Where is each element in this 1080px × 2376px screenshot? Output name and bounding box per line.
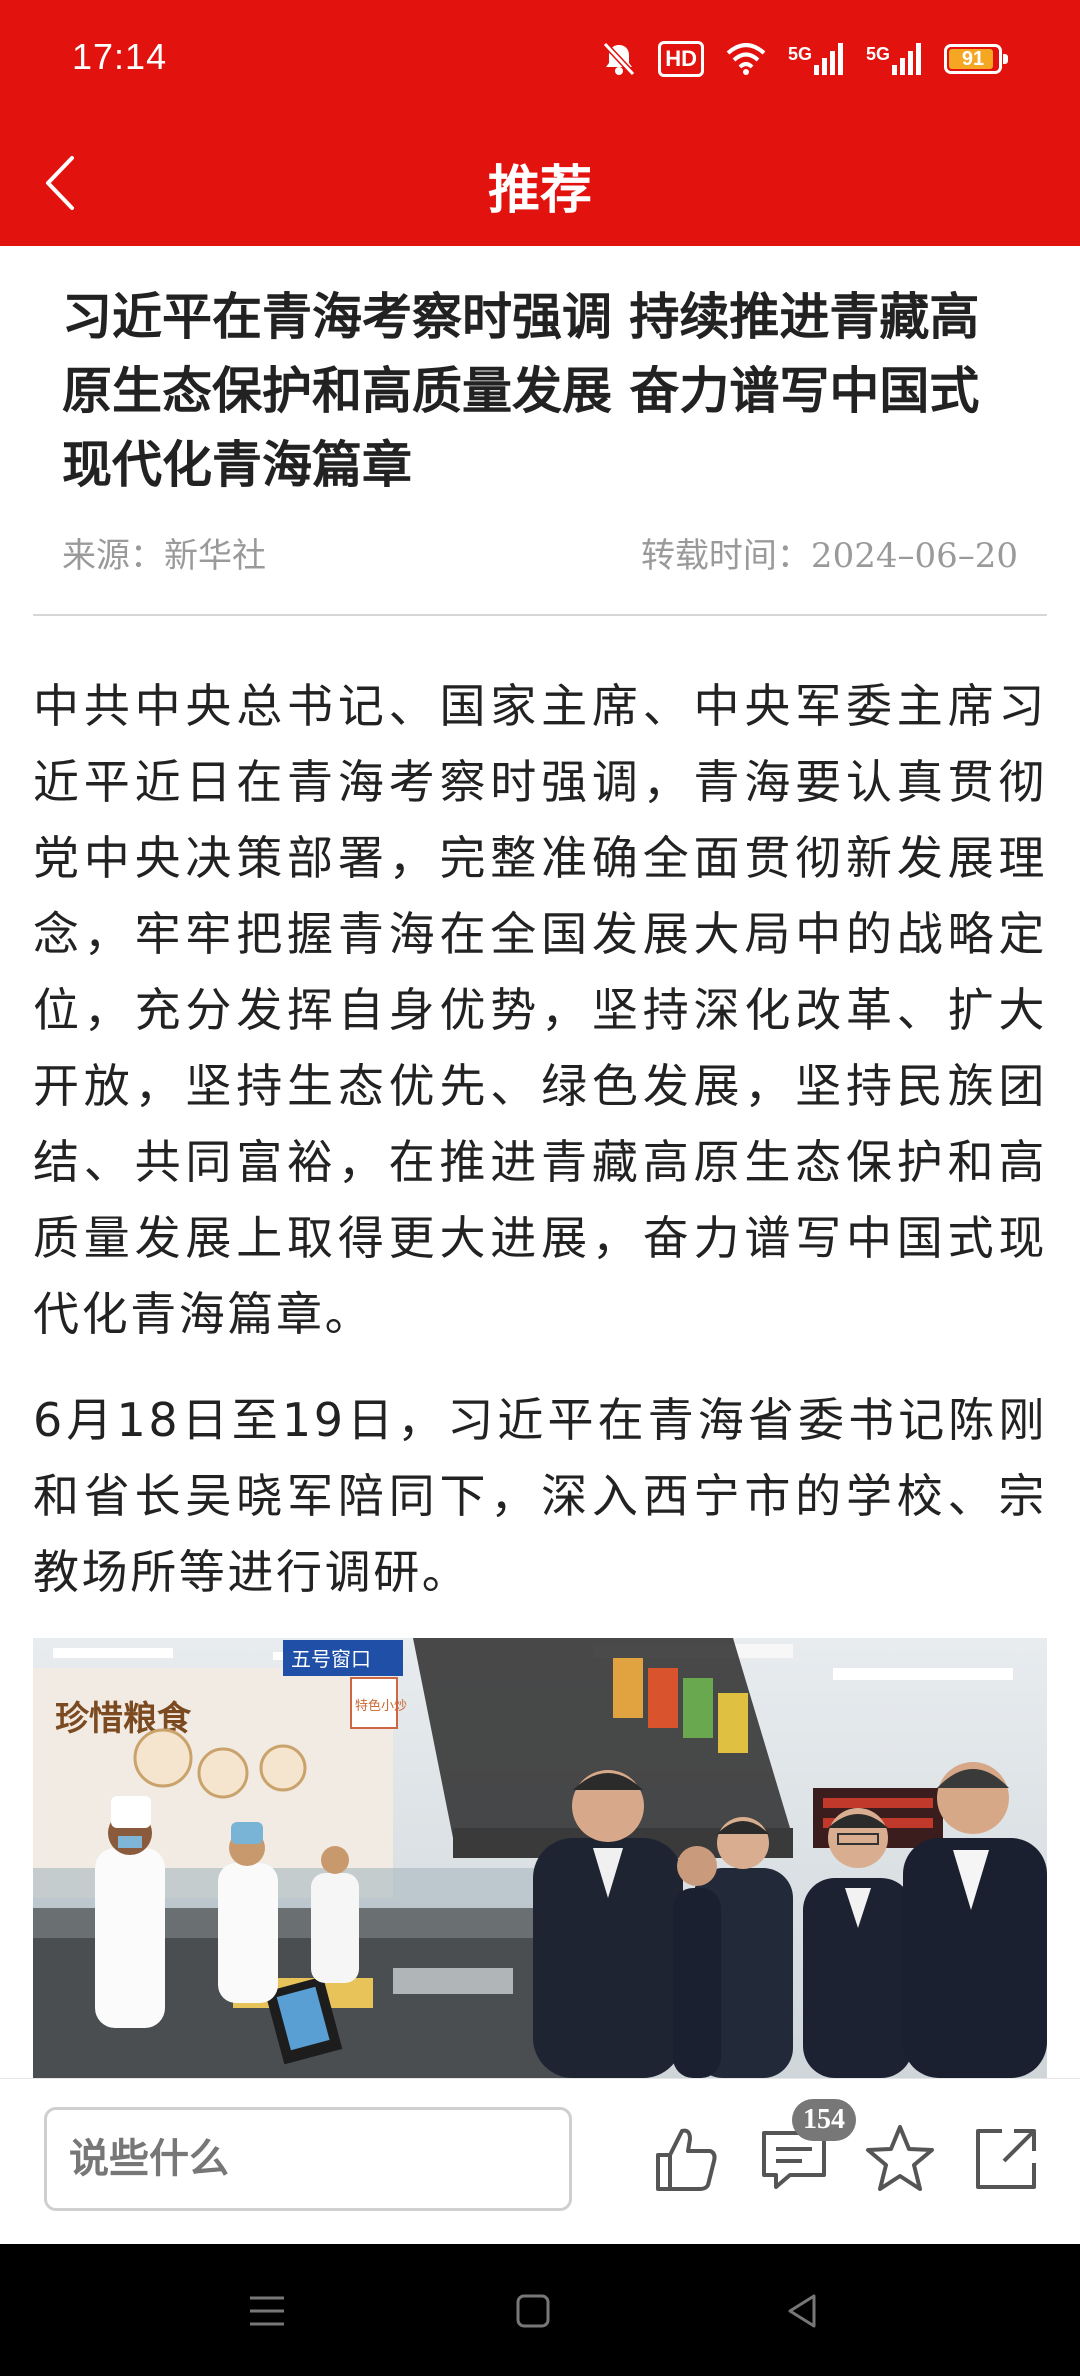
like-icon xyxy=(656,2128,717,2191)
favorite-button[interactable] xyxy=(862,2121,938,2197)
battery-icon: 91 xyxy=(944,44,1008,74)
status-bar: 17:14 HD 5G 5G 91 xyxy=(0,0,1080,120)
svg-text:五号窗口: 五号窗口 xyxy=(291,1647,371,1671)
back-triangle-icon xyxy=(788,2294,816,2328)
signal-5g-icon: 5G xyxy=(866,43,922,75)
menu-icon xyxy=(250,2296,284,2326)
page-title: 推荐 xyxy=(487,160,592,221)
home-icon xyxy=(516,2294,550,2328)
article-source: 来源：新华社 xyxy=(62,536,266,576)
network-type-label: 5G xyxy=(787,44,812,64)
article-photo[interactable]: 珍惜粮食 五号窗口 特色小炒 xyxy=(33,1638,1047,2078)
wifi-icon xyxy=(726,43,766,75)
nav-home-button[interactable] xyxy=(510,2288,556,2334)
nav-back-button[interactable] xyxy=(780,2288,826,2334)
hd-icon: HD xyxy=(658,41,704,77)
comment-bar: 说些什么 154 xyxy=(0,2078,1080,2245)
mute-bell-icon xyxy=(602,41,636,77)
comment-input[interactable]: 说些什么 xyxy=(44,2107,572,2211)
star-icon xyxy=(866,2125,934,2191)
article-repost-time: 转载时间：2024–06–20 xyxy=(640,536,1018,576)
article-paragraph: 6月18日至19日，习近平在青海省委书记陈刚和省长吴晓军陪同下，深入西宁市的学校… xyxy=(33,1393,1047,1599)
svg-text:特色小炒: 特色小炒 xyxy=(355,1698,407,1714)
system-nav-bar xyxy=(0,2244,1080,2376)
like-button[interactable] xyxy=(648,2121,724,2197)
comment-count-badge: 154 xyxy=(792,2099,856,2141)
divider xyxy=(33,614,1047,616)
app-header: 推荐 xyxy=(0,120,1080,246)
nav-menu-button[interactable] xyxy=(244,2288,290,2334)
status-icons: HD 5G 5G 91 xyxy=(602,38,1008,80)
article-paragraph: 中共中央总书记、国家主席、中央军委主席习近平近日在青海考察时强调，青海要认真贯彻… xyxy=(33,679,1047,1341)
network-type-label: 5G xyxy=(865,44,890,64)
status-time: 17:14 xyxy=(72,36,168,77)
signal-5g-icon: 5G xyxy=(788,43,844,75)
battery-level: 91 xyxy=(961,47,985,70)
share-button[interactable] xyxy=(968,2121,1044,2197)
photo-canvas: 珍惜粮食 五号窗口 特色小炒 xyxy=(33,1638,1047,2078)
article-title: 习近平在青海考察时强调 持续推进青藏高原生态保护和高质量发展 奋力谱写中国式现代… xyxy=(62,287,980,494)
share-icon xyxy=(976,2129,1036,2189)
